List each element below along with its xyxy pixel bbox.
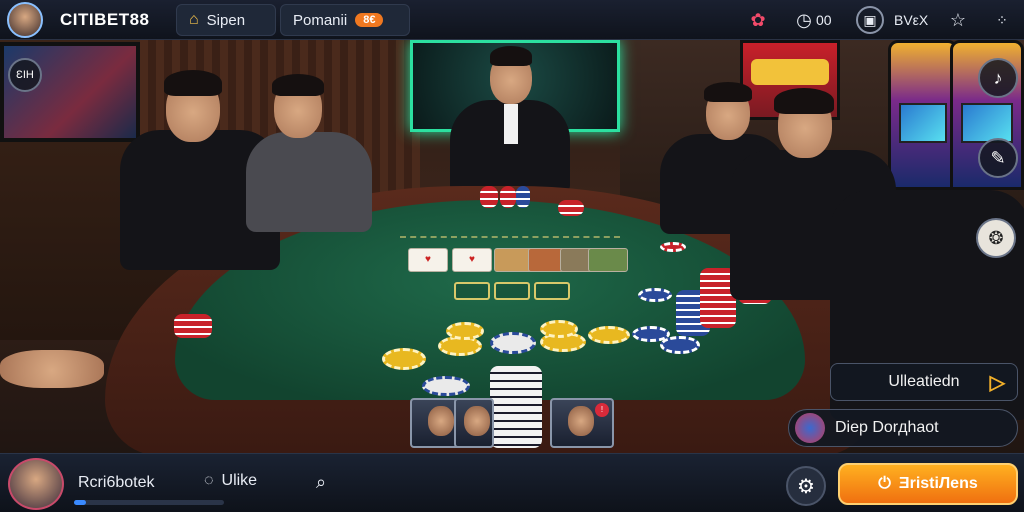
avatar[interactable] bbox=[8, 458, 64, 510]
clock-icon: ◷ bbox=[796, 9, 812, 30]
poker-chip bbox=[446, 322, 484, 340]
paint-icon[interactable]: ✎ bbox=[978, 138, 1018, 178]
felt-marking bbox=[400, 236, 620, 246]
primary-action-label: Ulleatiedn bbox=[888, 373, 960, 390]
card-slot bbox=[454, 282, 490, 300]
community-card: ♥ bbox=[408, 248, 448, 272]
top-bar: CITIBET88 ⌂ Sipen Pomanii 8€ ✿ ◷ 00 ▣ ΒV… bbox=[0, 0, 1024, 40]
star-icon[interactable]: ☆ bbox=[944, 6, 972, 34]
player-card[interactable]: ! bbox=[550, 398, 614, 448]
like-label: Ulike bbox=[221, 472, 258, 489]
like-button[interactable]: ◌ Ulike bbox=[204, 472, 257, 490]
card-slot bbox=[534, 282, 570, 300]
left-tag-label: ƐIH bbox=[16, 69, 34, 81]
menu-text[interactable]: ΒVεX bbox=[894, 12, 928, 28]
player-card[interactable] bbox=[454, 398, 494, 448]
tab-label: Sipen bbox=[206, 11, 246, 29]
brand-logo: CITIBET88 bbox=[60, 10, 150, 29]
poker-chip bbox=[540, 320, 578, 338]
background-slot-machine bbox=[888, 40, 958, 190]
play-arrow-icon: ▷ bbox=[989, 371, 1005, 394]
frame-icon[interactable]: ▣ bbox=[856, 6, 884, 34]
gear-icon[interactable]: ⚙ bbox=[786, 466, 826, 506]
power-icon: ⏻ bbox=[878, 475, 891, 492]
cta-label: ƎristiЛens bbox=[898, 475, 978, 492]
status-text: 00 bbox=[816, 12, 832, 28]
secondary-action-label: Diep Dorдhaot bbox=[835, 419, 939, 436]
secondary-action-button[interactable]: Diep Dorдhaot bbox=[788, 409, 1018, 447]
avatar[interactable] bbox=[7, 2, 43, 38]
search-icon[interactable]: ⌕ bbox=[316, 472, 326, 493]
poker-game-screen: ♥ ♥ CITIBET88 ⌂ Sipen Pomanii 8€ ✿ ◷ 00 … bbox=[0, 0, 1024, 512]
avatar bbox=[795, 413, 825, 443]
gift-icon[interactable]: ✿ bbox=[744, 6, 772, 34]
music-icon[interactable]: ♪ bbox=[978, 58, 1018, 98]
alert-icon: ! bbox=[595, 403, 609, 417]
community-card: ♥ bbox=[452, 248, 492, 272]
poker-chip bbox=[422, 376, 470, 396]
chip-stack bbox=[174, 314, 212, 338]
chip-stack bbox=[480, 186, 498, 208]
poker-chip bbox=[490, 332, 536, 354]
tab-badge: 8€ bbox=[355, 13, 384, 27]
xp-progress-bar bbox=[74, 500, 224, 505]
chip-stack bbox=[558, 200, 584, 216]
player-name: Rcri6botek bbox=[78, 474, 155, 491]
background-tv-screen bbox=[0, 42, 140, 142]
grid-icon[interactable]: ⁘ bbox=[988, 6, 1016, 34]
primary-action-button[interactable]: Ulleatiedn ▷ bbox=[830, 363, 1018, 401]
chip-stack bbox=[500, 186, 516, 208]
poker-chip bbox=[638, 288, 672, 302]
poker-chip bbox=[660, 242, 686, 252]
chip-stack bbox=[516, 186, 530, 208]
dog-icon[interactable]: ❂ bbox=[976, 218, 1016, 258]
cta-button[interactable]: ⏻ ƎristiЛens bbox=[838, 463, 1018, 505]
bottom-bar: Rcri6botek ◌ Ulike ⌕ ⚙ ⏻ ƎristiЛens bbox=[0, 453, 1024, 512]
tab-sipen[interactable]: ⌂ Sipen bbox=[176, 4, 276, 36]
player-strip: ! bbox=[410, 398, 616, 448]
left-tag-button[interactable]: ƐIH bbox=[8, 58, 42, 92]
poker-chip bbox=[588, 326, 630, 344]
home-icon: ⌂ bbox=[189, 11, 199, 28]
community-card bbox=[588, 248, 628, 272]
chat-icon: ◌ bbox=[204, 472, 214, 489]
card-slot bbox=[494, 282, 530, 300]
poker-chip bbox=[660, 336, 700, 354]
tab-pomanii[interactable]: Pomanii 8€ bbox=[280, 4, 410, 36]
xp-progress-fill bbox=[74, 500, 86, 505]
poker-chip bbox=[382, 348, 426, 370]
tab-label: Pomanii bbox=[293, 11, 348, 29]
